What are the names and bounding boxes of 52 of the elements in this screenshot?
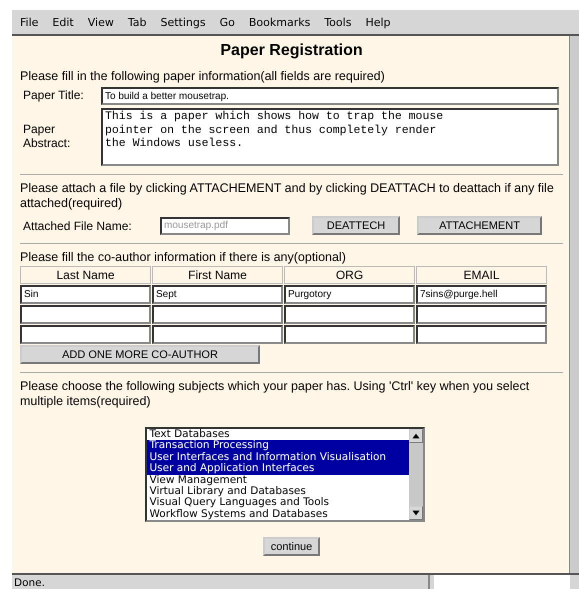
table-input-field[interactable] — [152, 325, 283, 344]
list-option[interactable]: User Interfaces and Information Visualisation — [146, 452, 408, 464]
menu-item[interactable]: Go — [220, 16, 235, 28]
menu-item[interactable]: View — [88, 16, 114, 28]
column-header: Last Name — [20, 266, 151, 284]
table-input-field[interactable] — [284, 325, 415, 344]
list-option[interactable]: Virtual Library and Databases — [146, 486, 408, 498]
table-input-field[interactable] — [20, 325, 151, 344]
column-header: ORG — [284, 266, 415, 284]
status-text: Done. — [12, 575, 430, 589]
menu-item[interactable]: Tab — [128, 16, 146, 28]
list-option[interactable]: View Management — [146, 474, 408, 486]
instruction-text: Please attach a file by clicking ATTACHEMENT and by clicking DEATTACH to deattach if any file attached(required) — [20, 181, 555, 211]
table-input-field[interactable] — [416, 325, 547, 344]
table-input-field[interactable]: Sept — [152, 285, 283, 304]
form-button[interactable]: DEATTECH — [312, 216, 400, 235]
table-input-field[interactable] — [152, 305, 283, 324]
form-button[interactable]: ATTACHEMENT — [417, 216, 542, 235]
table-input-field[interactable]: 7sins@purge.hell — [416, 285, 547, 304]
field-label: Paper Abstract: — [22, 121, 72, 150]
continue-button[interactable]: continue — [262, 537, 320, 556]
menu-item[interactable]: Tools — [324, 16, 352, 28]
scrollbar[interactable] — [408, 429, 422, 520]
column-header: EMAIL — [416, 266, 547, 284]
column-header: First Name — [152, 266, 283, 284]
menu-item[interactable]: Bookmarks — [248, 16, 310, 28]
scroll-down-icon[interactable] — [408, 506, 422, 520]
list-option[interactable]: Transaction Processing — [146, 440, 408, 452]
table-input-field[interactable] — [416, 305, 547, 324]
list-option[interactable]: Text Databases — [146, 429, 408, 440]
add-coauthor-button[interactable]: ADD ONE MORE CO-AUTHOR — [20, 345, 260, 364]
instruction-text: Please fill the co-author information if there is any(optional) — [20, 250, 347, 265]
table-input-field[interactable]: Sin — [20, 285, 151, 304]
instruction-text: Please choose the following subjects which your paper has. Using 'Ctrl' key when you select multiple items(required) — [20, 379, 530, 409]
page-scrollbar[interactable] — [569, 36, 579, 573]
menu-item[interactable]: Settings — [160, 16, 206, 28]
menu-item[interactable]: Help — [365, 16, 391, 28]
scroll-up-icon[interactable] — [408, 429, 422, 443]
list-option[interactable]: Workflow Systems and Databases — [146, 508, 408, 520]
table-input-field[interactable] — [284, 305, 415, 324]
page-title: Paper Registration — [219, 42, 364, 60]
list-option[interactable]: User and Application Interfaces — [146, 463, 408, 475]
paper-title-field[interactable]: To build a better mousetrap. — [101, 87, 560, 105]
abstract-field[interactable]: This is a paper which shows how to trap the mouse pointer on the screen and thus completely render the Windows useless. — [101, 108, 560, 166]
field-label: Attached File Name: — [22, 218, 133, 232]
list-option[interactable]: Visual Query Languages and Tools — [146, 497, 408, 509]
instruction-text: Please fill in the following paper information(all fields are required) — [20, 69, 386, 84]
menu-item[interactable]: File — [20, 16, 38, 28]
table-input-field[interactable]: Purgotory — [284, 285, 415, 304]
field-label: Paper Title: — [22, 87, 85, 102]
table-input-field[interactable] — [20, 305, 151, 324]
menu-item[interactable]: Edit — [52, 16, 74, 28]
